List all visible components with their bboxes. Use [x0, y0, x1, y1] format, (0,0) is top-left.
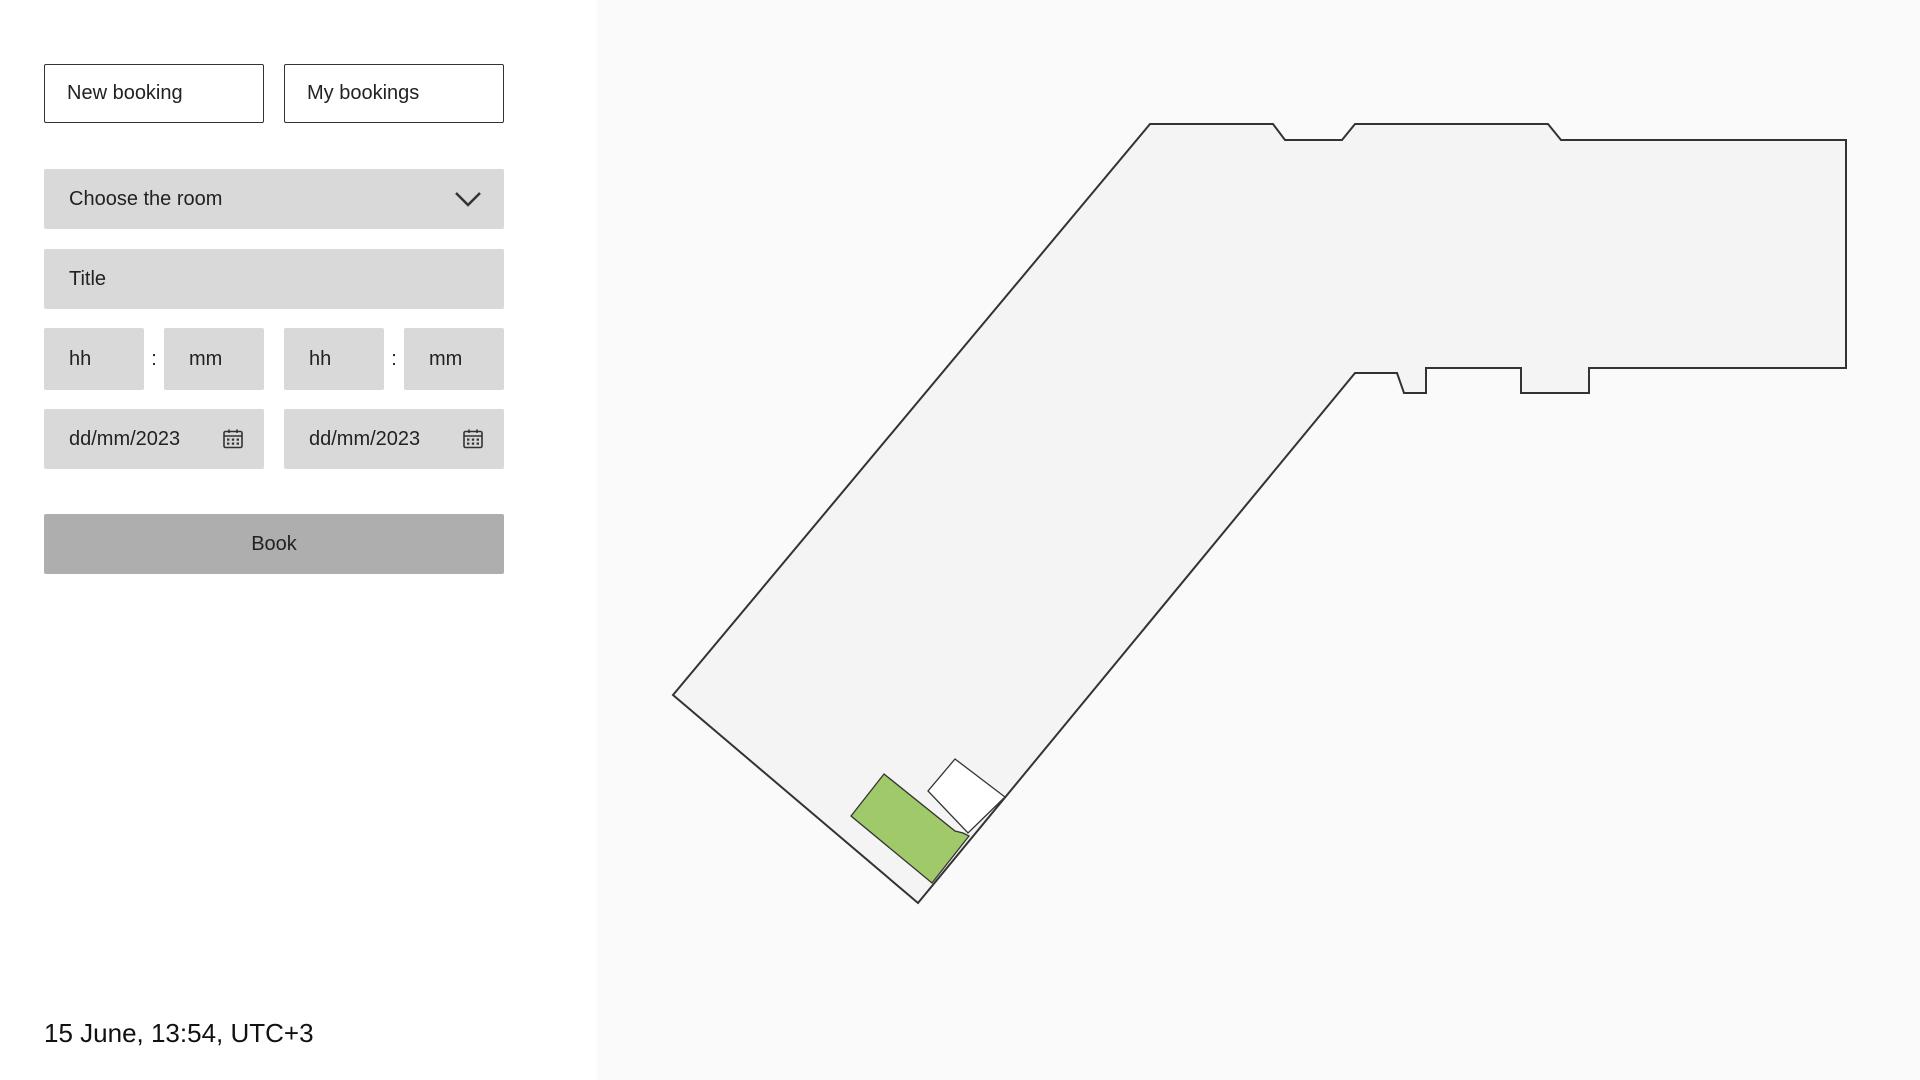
booking-sidebar: New booking My bookings Choose the room … [0, 0, 597, 1080]
end-hours-placeholder: hh [309, 347, 332, 370]
end-minutes-placeholder: mm [429, 347, 463, 370]
end-date-placeholder: dd/mm/2023 [309, 427, 421, 450]
title-input-placeholder: Title [69, 267, 107, 290]
current-datetime: 15 June, 13:54, UTC+3 [44, 1018, 314, 1048]
start-minutes-input[interactable]: mm [164, 328, 264, 390]
start-minutes-placeholder: mm [189, 347, 223, 370]
booking-app: New booking My bookings Choose the room … [0, 0, 1920, 1080]
start-time-separator: : [151, 348, 157, 370]
title-input[interactable]: Title [44, 249, 504, 309]
calendar-icon[interactable] [222, 428, 244, 450]
end-minutes-input[interactable]: mm [404, 328, 504, 390]
room-select[interactable]: Choose the room [44, 169, 504, 229]
end-time-separator: : [391, 348, 397, 370]
start-hours-placeholder: hh [69, 347, 92, 370]
room-select-placeholder: Choose the room [69, 187, 223, 210]
floor-plan [671, 123, 1847, 905]
chevron-down-icon [454, 190, 482, 208]
floor-map [597, 0, 1920, 1080]
start-date-input[interactable]: dd/mm/2023 [44, 409, 264, 469]
floor-outline [671, 123, 1847, 905]
tab-new-booking-label: New booking [67, 82, 183, 104]
start-date-placeholder: dd/mm/2023 [69, 427, 181, 450]
start-hours-input[interactable]: hh [44, 328, 144, 390]
end-hours-input[interactable]: hh [284, 328, 384, 390]
end-date-input[interactable]: dd/mm/2023 [284, 409, 504, 469]
calendar-icon[interactable] [462, 428, 484, 450]
tab-my-bookings[interactable]: My bookings [284, 64, 504, 123]
tab-my-bookings-label: My bookings [307, 82, 420, 104]
book-button[interactable]: Book [44, 514, 504, 574]
tab-new-booking[interactable]: New booking [44, 64, 264, 123]
book-button-label: Book [251, 532, 297, 555]
